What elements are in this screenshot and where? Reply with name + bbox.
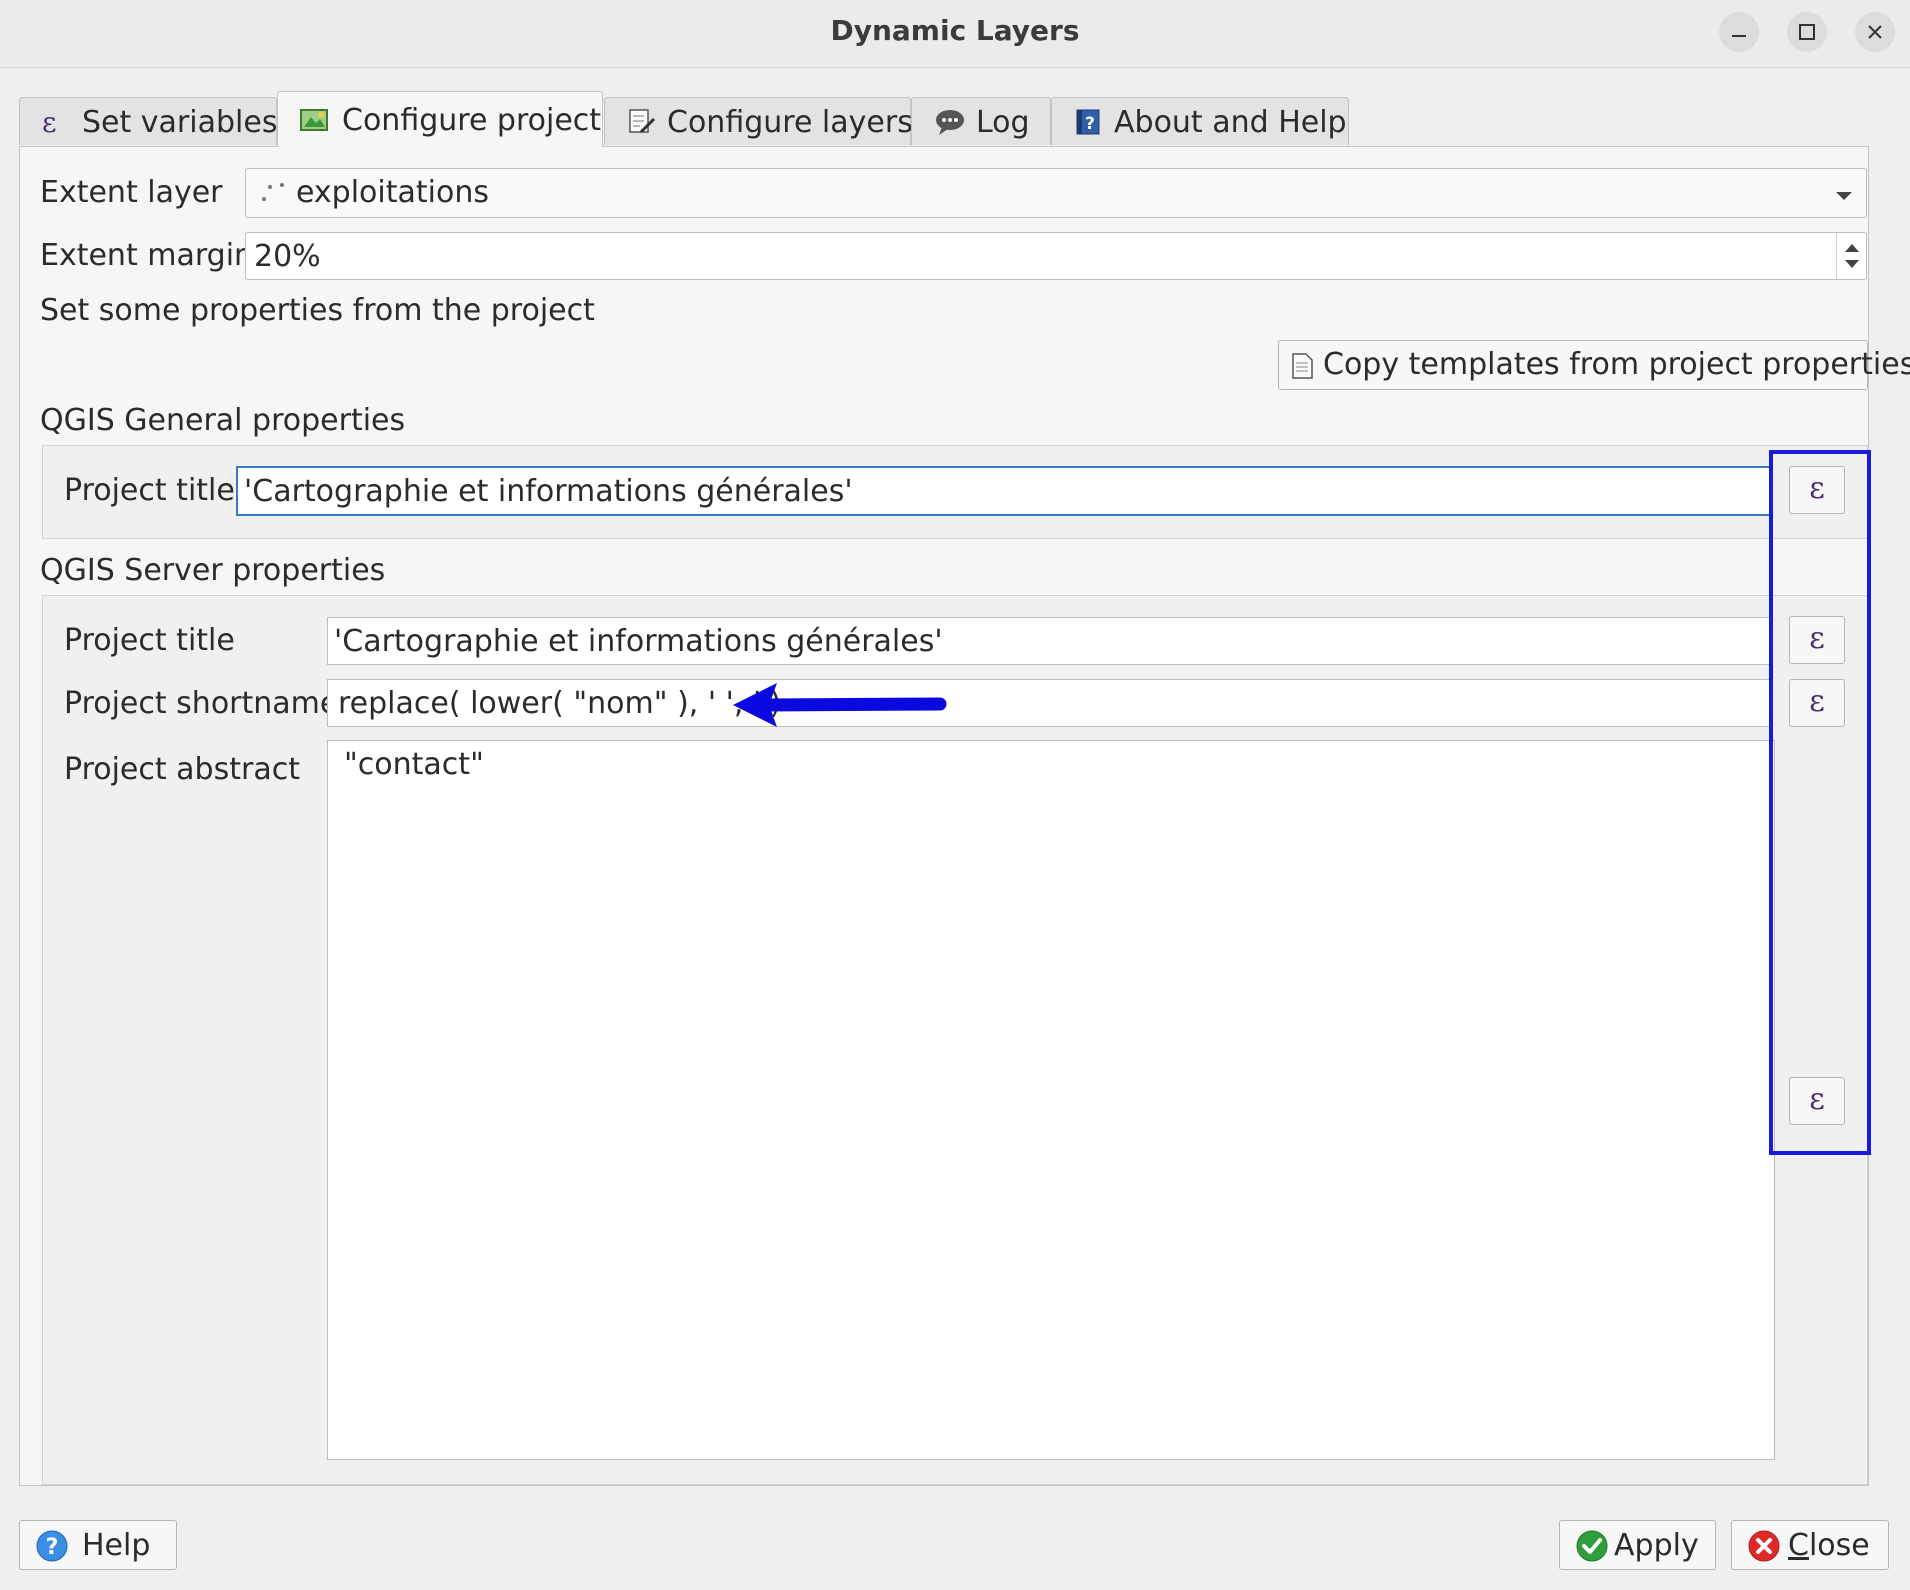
- extent-margin-spinbox[interactable]: 20%: [245, 232, 1867, 280]
- title-bar: Dynamic Layers: [0, 0, 1910, 68]
- general-project-title-field[interactable]: 'Cartographie et informations générales': [236, 466, 1773, 516]
- spin-buttons[interactable]: [1836, 233, 1866, 279]
- help-icon: ?: [36, 1530, 68, 1570]
- tab-set-variables[interactable]: ε Set variables: [19, 97, 277, 145]
- dynamic-layers-dialog: Dynamic Layers ε Set variables Configure…: [0, 0, 1910, 1590]
- copy-templates-label: Copy templates from project properties: [1323, 347, 1910, 382]
- close-circle-icon: [1748, 1530, 1780, 1570]
- intro-text: Set some properties from the project: [40, 293, 595, 328]
- server-project-shortname-field[interactable]: replace( lower( "nom" ), ' ', ''): [327, 679, 1773, 727]
- server-project-title-label: Project title: [64, 623, 235, 658]
- svg-text:?: ?: [1085, 114, 1095, 134]
- server-project-shortname-value: replace( lower( "nom" ), ' ', ''): [338, 686, 782, 721]
- server-project-abstract-field[interactable]: "contact": [327, 740, 1775, 1460]
- svg-text:?: ?: [46, 1535, 59, 1560]
- point-layer-icon: [260, 181, 286, 211]
- tab-label: Log: [976, 105, 1030, 140]
- tab-log[interactable]: Log: [911, 97, 1051, 145]
- server-properties-heading: QGIS Server properties: [40, 553, 386, 588]
- window-title: Dynamic Layers: [830, 14, 1080, 47]
- tab-label: Configure layers: [667, 105, 913, 140]
- extent-margin-label: Extent margin: [40, 238, 254, 273]
- copy-templates-button[interactable]: Copy templates from project properties: [1278, 340, 1910, 390]
- minimize-button[interactable]: [1719, 12, 1759, 52]
- extent-layer-label: Extent layer: [40, 175, 223, 210]
- tab-configure-layers[interactable]: Configure layers: [604, 97, 913, 145]
- tab-configure-project[interactable]: Configure project: [277, 91, 603, 147]
- annotation-highlight-box: [1769, 450, 1871, 1155]
- epsilon-icon: ε: [42, 106, 57, 139]
- check-icon: [1576, 1530, 1608, 1570]
- extent-margin-value: 20%: [254, 239, 321, 274]
- server-project-abstract-value: "contact": [344, 747, 484, 782]
- spin-arrows-icon: [1845, 244, 1859, 268]
- close-button-label: Close: [1788, 1528, 1870, 1563]
- maximize-icon: [1799, 24, 1815, 40]
- chat-bubble-icon: [934, 108, 966, 144]
- close-window-button[interactable]: [1855, 12, 1895, 52]
- general-project-title-label: Project title: [64, 473, 235, 508]
- extent-layer-combo[interactable]: exploitations: [245, 168, 1867, 218]
- help-book-icon: ?: [1074, 108, 1102, 144]
- copy-document-icon: [1291, 352, 1315, 388]
- help-button-label: Help: [82, 1528, 151, 1563]
- annotation-arrow-icon: [733, 683, 947, 727]
- close-button[interactable]: Close: [1731, 1520, 1889, 1570]
- tab-label: Configure project: [342, 103, 602, 138]
- tab-about-and-help[interactable]: ? About and Help: [1051, 97, 1349, 145]
- close-icon: [1868, 25, 1882, 39]
- server-project-title-field[interactable]: 'Cartographie et informations générales': [327, 617, 1773, 665]
- server-project-shortname-label: Project shortname: [64, 686, 339, 721]
- extent-layer-value: exploitations: [296, 175, 489, 210]
- minimize-icon: [1732, 35, 1746, 37]
- apply-button-label: Apply: [1614, 1528, 1699, 1563]
- maximize-button[interactable]: [1787, 12, 1827, 52]
- edit-layer-icon: [627, 108, 657, 144]
- map-icon: [300, 106, 328, 141]
- apply-button[interactable]: Apply: [1559, 1520, 1716, 1570]
- tab-label: About and Help: [1114, 105, 1347, 140]
- tab-label: Set variables: [82, 105, 278, 140]
- help-button[interactable]: ? Help: [19, 1520, 177, 1570]
- chevron-down-icon: [1834, 187, 1854, 206]
- general-project-title-value: 'Cartographie et informations générales': [244, 474, 853, 509]
- general-properties-heading: QGIS General properties: [40, 403, 406, 438]
- server-project-abstract-label: Project abstract: [64, 752, 300, 787]
- server-project-title-value: 'Cartographie et informations générales': [334, 624, 943, 659]
